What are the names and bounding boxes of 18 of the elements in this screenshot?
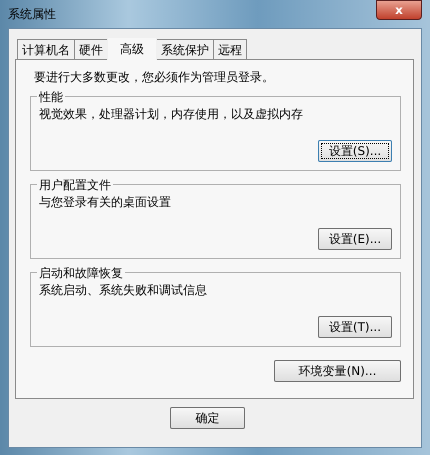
tab[interactable]: 硬件 xyxy=(74,39,108,59)
ok-button[interactable]: 确定 xyxy=(170,407,245,429)
tab[interactable]: 系统保护 xyxy=(156,39,214,59)
settings-button[interactable]: 设置(T)... xyxy=(318,316,392,338)
group-description: 与您登录有关的桌面设置 xyxy=(39,194,172,211)
notice-text: 要进行大多数更改，您必须作为管理员登录。 xyxy=(34,69,275,86)
group-title: 性能 xyxy=(37,89,65,106)
environment-variables-button[interactable]: 环境变量(N)... xyxy=(274,360,401,382)
group-title: 用户配置文件 xyxy=(37,177,113,194)
window-title: 系统属性 xyxy=(8,6,56,22)
group-description: 系统启动、系统失败和调试信息 xyxy=(39,282,208,299)
settings-button[interactable]: 设置(E)... xyxy=(318,228,392,250)
tab[interactable]: 远程 xyxy=(213,39,247,59)
tab[interactable]: 高级 xyxy=(107,37,157,60)
group-description: 视觉效果，处理器计划，内存使用，以及虚拟内存 xyxy=(39,106,304,123)
settings-button[interactable]: 设置(S)... xyxy=(318,140,392,162)
tab[interactable]: 计算机名 xyxy=(17,39,75,59)
group-title: 启动和故障恢复 xyxy=(37,265,125,282)
